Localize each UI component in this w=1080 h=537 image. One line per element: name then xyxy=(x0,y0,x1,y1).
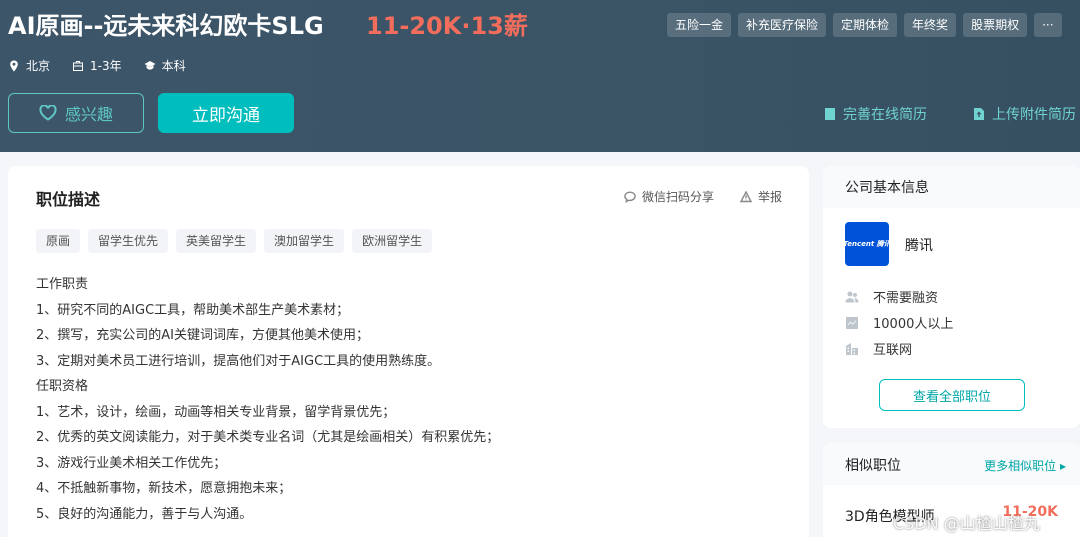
benefit-tag: 定期体检 xyxy=(833,13,898,37)
job-tag: 原画 xyxy=(36,229,81,253)
job-actions: 微信扫码分享 举报 xyxy=(624,188,782,205)
description-line: 工作职责 xyxy=(36,277,89,292)
graduation-cap-icon xyxy=(144,60,156,70)
company-info-card: 公司基本信息 Tencent 腾讯 腾讯 不需要融资 10000人以上 互联网 … xyxy=(823,166,1080,428)
location-pin-icon xyxy=(10,60,18,71)
interest-label: 感兴趣 xyxy=(64,105,113,124)
company-name[interactable]: 腾讯 xyxy=(905,235,933,255)
job-title: AI原画--远未来科幻欧卡SLG xyxy=(8,12,324,40)
complete-resume-label: 完善在线简历 xyxy=(843,107,927,123)
job-tag: 欧洲留学生 xyxy=(352,229,433,253)
building-icon xyxy=(846,342,858,355)
description-line: 3、定期对美术员工进行培训，提高他们对于AIGC工具的使用熟练度。 xyxy=(36,353,441,369)
similar-jobs-header: 相似职位 更多相似职位 ▸ xyxy=(823,443,1080,485)
description-line: 任职资格 xyxy=(36,379,89,394)
upload-resume-label: 上传附件简历 xyxy=(992,107,1076,123)
heart-icon xyxy=(39,105,57,121)
location-text: 北京 xyxy=(26,59,51,73)
company-size-text: 10000人以上 xyxy=(873,317,954,332)
wechat-share-label: 微信扫码分享 xyxy=(641,190,714,204)
chat-now-button[interactable]: 立即沟通 xyxy=(158,93,294,133)
briefcase-icon xyxy=(73,60,84,71)
company-info-title: 公司基本信息 xyxy=(845,180,929,196)
description-line: 3、游戏行业美术相关工作优先； xyxy=(36,455,227,471)
company-size: 10000人以上 xyxy=(845,313,953,332)
meta-experience: 1-3年 xyxy=(72,57,122,74)
company-info-header: 公司基本信息 xyxy=(823,166,1080,208)
complete-resume-link[interactable]: 完善在线简历 xyxy=(823,104,927,124)
company-industry-text: 互联网 xyxy=(873,343,913,358)
resume-icon xyxy=(825,108,835,120)
benefit-tag: 股票期权 xyxy=(963,13,1028,37)
job-description-text: 工作职责 1、研究不同的AIGC工具，帮助美术部生产美术素材； 2、撰写，充实公… xyxy=(36,272,499,527)
similar-jobs-title: 相似职位 xyxy=(845,458,901,474)
education-text: 本科 xyxy=(161,59,186,73)
more-similar-jobs-link[interactable]: 更多相似职位 ▸ xyxy=(984,457,1066,474)
benefit-tag: 年终奖 xyxy=(904,13,957,37)
description-line: 1、研究不同的AIGC工具，帮助美术部生产美术素材； xyxy=(36,302,350,318)
description-line: 2、优秀的英文阅读能力，对于美术类专业名词（尤其是绘画相关）有积累优先； xyxy=(36,430,500,445)
meta-education: 本科 xyxy=(144,57,186,74)
csdn-watermark: CSDN @山楂山楂丸 xyxy=(893,514,1040,533)
chart-up-icon xyxy=(846,316,858,329)
upload-resume-link[interactable]: 上传附件简历 xyxy=(972,104,1076,124)
warning-icon xyxy=(739,190,752,202)
upload-file-icon xyxy=(974,108,984,120)
benefit-more-button[interactable]: ··· xyxy=(1034,13,1062,37)
benefit-tag: 五险一金 xyxy=(667,13,732,37)
job-description-title: 职位描述 xyxy=(36,190,101,209)
job-description-card: 职位描述 微信扫码分享 举报 原画 留学生优先 英美留学生 澳加留学生 欧洲留学… xyxy=(8,166,809,537)
company-funding-text: 不需要融资 xyxy=(873,291,939,306)
job-meta: 北京 1-3年 本科 xyxy=(8,57,186,74)
wechat-share-button[interactable]: 微信扫码分享 xyxy=(624,188,714,205)
company-funding: 不需要融资 xyxy=(845,287,938,306)
salary: 11-20K·13薪 xyxy=(366,12,528,40)
benefit-tags: 五险一金 补充医疗保险 定期体检 年终奖 股票期权 ··· xyxy=(667,13,1062,37)
view-all-jobs-button[interactable]: 查看全部职位 xyxy=(879,379,1025,411)
benefit-tag: 补充医疗保险 xyxy=(738,13,827,37)
meta-location: 北京 xyxy=(8,57,50,74)
chat-bubble-icon xyxy=(624,190,636,203)
report-button[interactable]: 举报 xyxy=(739,188,782,205)
interest-button[interactable]: 感兴趣 xyxy=(8,93,144,133)
job-tags: 原画 留学生优先 英美留学生 澳加留学生 欧洲留学生 xyxy=(36,229,433,253)
users-icon xyxy=(845,291,859,302)
description-line: 1、艺术，设计，绘画，动画等相关专业背景，留学背景优先； xyxy=(36,404,396,420)
report-label: 举报 xyxy=(757,190,782,204)
description-line: 5、良好的沟通能力，善于与人沟通。 xyxy=(36,506,253,522)
company-logo[interactable]: Tencent 腾讯 xyxy=(843,222,891,266)
experience-text: 1-3年 xyxy=(90,59,122,73)
description-line: 2、撰写，充实公司的AI关键词词库，方便其他美术使用； xyxy=(36,328,369,343)
description-line: 4、不抵触新事物，新技术，愿意拥抱未来； xyxy=(36,481,292,496)
job-tag: 留学生优先 xyxy=(88,229,169,253)
job-header: AI原画--远未来科幻欧卡SLG 11-20K·13薪 五险一金 补充医疗保险 … xyxy=(0,0,1080,152)
company-industry: 互联网 xyxy=(845,339,912,358)
company-logo-text: Tencent 腾讯 xyxy=(843,240,891,248)
job-tag: 澳加留学生 xyxy=(264,229,345,253)
job-tag: 英美留学生 xyxy=(176,229,257,253)
